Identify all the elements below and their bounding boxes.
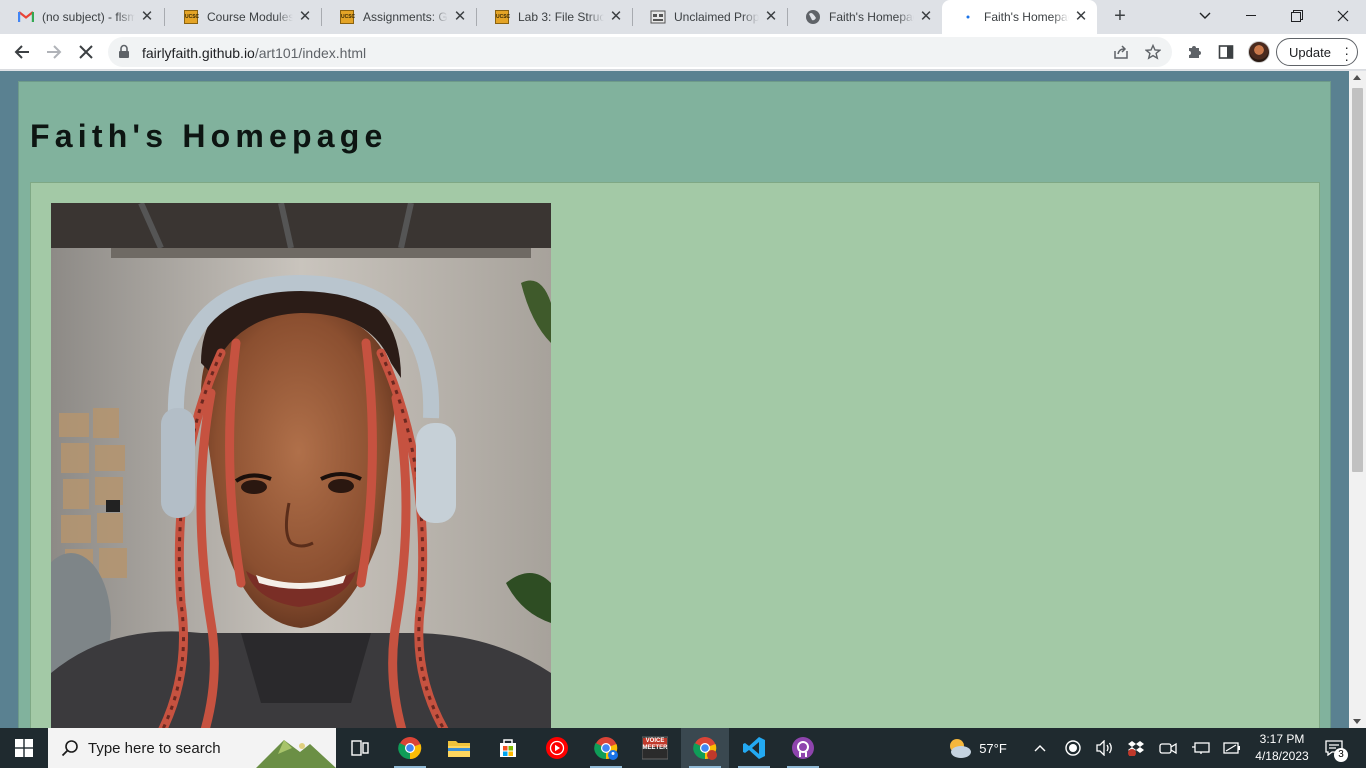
tab-course-modules[interactable]: UCSC Course Modules: ART 101 ✕ [165, 0, 321, 34]
gmail-icon [18, 9, 34, 25]
clock-date: 4/18/2023 [1255, 749, 1309, 763]
ucsc-icon: UCSC [183, 9, 199, 25]
search-placeholder: Type here to search [88, 739, 221, 757]
tab-title: Unclaimed Property [674, 10, 759, 24]
update-label: Update [1289, 44, 1331, 60]
scrollbar-thumb[interactable] [1352, 88, 1363, 472]
globe-icon [805, 9, 821, 25]
chrome-profile-icon[interactable] [582, 728, 630, 768]
url-path: /art101/index.html [254, 45, 367, 61]
search-highlight-illustration [256, 740, 336, 768]
tab-title: Assignments: Game Design [363, 10, 448, 24]
scroll-up-arrow-icon[interactable] [1353, 75, 1361, 80]
close-tab-icon[interactable]: ✕ [1073, 9, 1089, 25]
tab-gmail[interactable]: (no subject) - flsmith ✕ [0, 0, 163, 34]
ucsc-icon: UCSC [494, 9, 510, 25]
voicemeeter-label-top: VOICE [645, 738, 665, 744]
clock-time: 3:17 PM [1259, 732, 1305, 746]
chrome-icon[interactable] [386, 728, 434, 768]
windows-start-icon[interactable] [0, 728, 48, 768]
side-panel-icon[interactable] [1216, 42, 1236, 62]
profile-avatar[interactable] [1248, 41, 1270, 63]
close-window-icon[interactable] [1320, 0, 1366, 32]
weather-temp[interactable]: 57°F [976, 728, 1010, 768]
content-panel [30, 182, 1320, 728]
youtube-music-icon[interactable] [533, 728, 581, 768]
dropbox-icon[interactable] [1124, 728, 1148, 768]
close-tab-icon[interactable]: ✕ [297, 9, 313, 25]
volume-icon[interactable] [1094, 728, 1116, 768]
url-host: fairlyfaith.github.io [142, 45, 255, 61]
meet-now-icon[interactable] [1156, 728, 1180, 768]
network-icon[interactable] [1188, 728, 1214, 768]
tab-title: (no subject) - flsmith [42, 10, 135, 24]
extensions-puzzle-icon[interactable] [1184, 42, 1204, 62]
header-panel: Faith's Homepage [18, 81, 1331, 728]
close-tab-icon[interactable]: ✕ [608, 9, 624, 25]
file-explorer-icon[interactable] [435, 728, 483, 768]
vscode-icon[interactable] [730, 728, 778, 768]
battery-icon[interactable] [1220, 728, 1244, 768]
close-tab-icon[interactable]: ✕ [452, 9, 468, 25]
more-menu-icon[interactable]: · · · [1344, 40, 1349, 66]
tab-title: Faith's Homepage [984, 10, 1069, 24]
close-tab-icon[interactable]: ✕ [763, 9, 779, 25]
voicemeeter-label-bottom: MEETER [642, 745, 668, 751]
search-icon [60, 738, 80, 758]
share-icon[interactable] [1112, 43, 1130, 61]
tab-title: Faith's Homepage [829, 10, 914, 24]
windows-taskbar: Type here to search VOICE MEETER 57°F 3:… [0, 728, 1366, 768]
taskbar-search-box[interactable]: Type here to search [48, 728, 336, 768]
taskbar-clock[interactable]: 3:17 PM 4/18/2023 [1246, 731, 1318, 765]
show-hidden-icons-chevron-icon[interactable] [1030, 728, 1050, 768]
restore-icon[interactable] [1274, 0, 1320, 32]
tab-lab3[interactable]: UCSC Lab 3: File Structure ✕ [476, 0, 632, 34]
chrome-active-icon[interactable] [681, 728, 729, 768]
github-desktop-icon[interactable] [779, 728, 827, 768]
page-title: Faith's Homepage [30, 118, 388, 154]
forward-arrow-icon[interactable] [40, 38, 68, 66]
browser-toolbar: fairlyfaith.github.io/art101/index.html … [0, 34, 1366, 70]
task-view-icon[interactable] [336, 728, 384, 768]
tab-assignments[interactable]: UCSC Assignments: Game Design ✕ [321, 0, 476, 34]
tab-strip: (no subject) - flsmith ✕ UCSC Course Mod… [0, 0, 1366, 34]
notification-count-badge: 3 [1334, 748, 1348, 762]
record-icon[interactable] [1062, 728, 1084, 768]
weather-icon[interactable] [944, 728, 974, 768]
close-tab-icon[interactable]: ✕ [139, 9, 155, 25]
tab-search-chevron-icon[interactable] [1182, 0, 1228, 32]
loading-icon [960, 9, 976, 25]
page-scrollbar[interactable] [1349, 71, 1366, 728]
tab-title: Course Modules: ART 101 [207, 10, 293, 24]
new-tab-button[interactable]: + [1108, 5, 1132, 29]
back-arrow-icon[interactable] [8, 38, 36, 66]
microsoft-store-icon[interactable] [484, 728, 532, 768]
page-viewport: Faith's Homepage [0, 71, 1349, 728]
address-bar[interactable]: fairlyfaith.github.io/art101/index.html [108, 37, 1172, 67]
profile-photo [51, 203, 551, 728]
close-tab-icon[interactable]: ✕ [918, 9, 934, 25]
url-text: fairlyfaith.github.io/art101/index.html [142, 45, 366, 61]
tab-title: Lab 3: File Structure [518, 10, 604, 24]
minimize-icon[interactable] [1228, 0, 1274, 32]
voicemeeter-label: VOICE MEETER [642, 738, 668, 752]
lock-icon[interactable] [118, 44, 130, 64]
tab-unclaimed-property[interactable]: Unclaimed Property ✕ [632, 0, 787, 34]
voicemeeter-icon[interactable]: VOICE MEETER [631, 728, 679, 768]
site-icon [650, 9, 666, 25]
scroll-down-arrow-icon[interactable] [1353, 719, 1361, 724]
stop-loading-icon[interactable] [72, 38, 100, 66]
update-button[interactable]: Update · · · [1276, 38, 1358, 66]
tab-faiths-homepage[interactable]: Faith's Homepage ✕ [787, 0, 942, 34]
bookmark-star-icon[interactable] [1144, 43, 1162, 61]
tab-faiths-homepage-active[interactable]: Faith's Homepage ✕ [942, 0, 1097, 34]
ucsc-icon: UCSC [339, 9, 355, 25]
